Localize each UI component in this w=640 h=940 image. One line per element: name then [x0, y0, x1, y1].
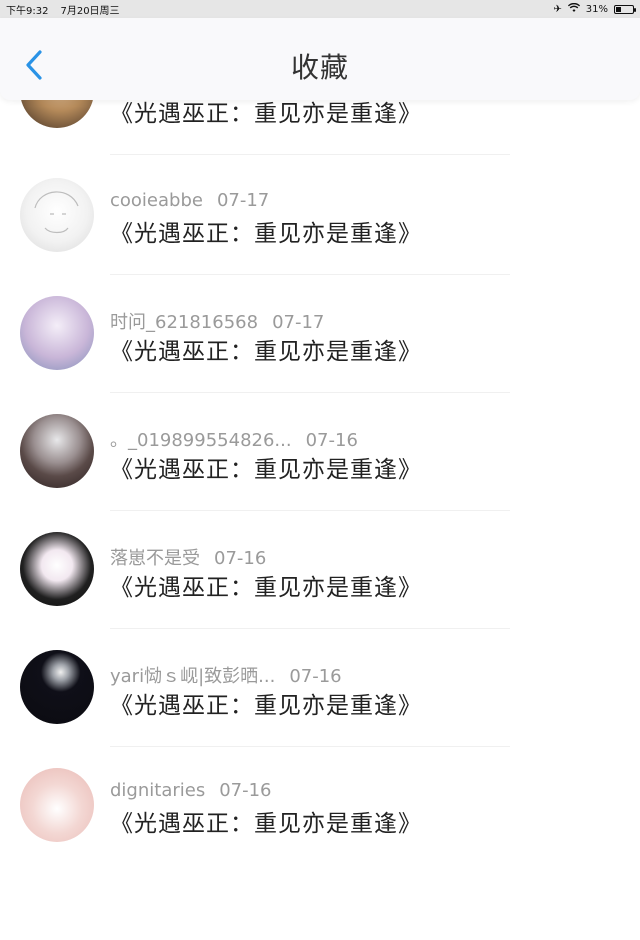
battery-fill [616, 6, 621, 12]
status-time: 下午9:32 [6, 5, 49, 17]
username[interactable]: cooieabbe [110, 190, 203, 211]
list-item[interactable]: yari恸ｓ岘|致彭晒... 07-16 《光遇巫正：重见亦是重逢》 [0, 630, 640, 748]
status-bar: 下午9:32 7月20日周三 ✈ 31% [0, 0, 640, 18]
battery-percent: 31% [585, 3, 608, 15]
item-meta: 时问_621816568 07-17 [110, 308, 324, 334]
item-title: 《光遇巫正：重见亦是重逢》 [110, 811, 422, 837]
item-meta: 落崽不是受 07-16 [110, 544, 266, 570]
list-item[interactable]: 。_019899554826... 07-16 《光遇巫正：重见亦是重逢》 [0, 394, 640, 512]
wifi-icon [567, 2, 580, 16]
username[interactable]: 。_019899554826... [110, 430, 292, 451]
list-item[interactable]: dignitaries 07-16 《光遇巫正：重见亦是重逢》 [0, 748, 640, 866]
item-meta: 。_019899554826... 07-16 [110, 426, 358, 452]
divider [110, 746, 510, 747]
item-title: 《光遇巫正：重见亦是重逢》 [110, 575, 422, 601]
avatar[interactable] [20, 768, 94, 842]
avatar[interactable] [20, 414, 94, 488]
item-meta: yari恸ｓ岘|致彭晒... 07-16 [110, 662, 342, 688]
header: 收藏 [0, 18, 640, 100]
username[interactable]: dignitaries [110, 780, 205, 801]
favorites-list: 《光遇巫正：重见亦是重逢》 cooieabbe 07-17 《光遇巫正：重见亦是重… [0, 40, 640, 940]
divider [110, 510, 510, 511]
avatar[interactable] [20, 178, 94, 252]
divider [110, 628, 510, 629]
item-date: 07-16 [289, 666, 342, 687]
battery-icon [614, 4, 636, 14]
item-date: 07-17 [216, 190, 270, 211]
username[interactable]: 时问_621816568 [110, 312, 258, 333]
avatar[interactable] [20, 650, 94, 724]
username[interactable]: 落崽不是受 [110, 548, 200, 569]
list-item[interactable]: cooieabbe 07-17 《光遇巫正：重见亦是重逢》 [0, 158, 640, 276]
item-title: 《光遇巫正：重见亦是重逢》 [110, 221, 422, 247]
avatar[interactable] [20, 296, 94, 370]
list-item[interactable]: 落崽不是受 07-16 《光遇巫正：重见亦是重逢》 [0, 512, 640, 630]
item-date: 07-16 [305, 430, 358, 451]
divider [110, 392, 510, 393]
item-date: 07-17 [272, 312, 325, 333]
list-item[interactable]: 时问_621816568 07-17 《光遇巫正：重见亦是重逢》 [0, 276, 640, 394]
avatar-image [34, 191, 79, 234]
airplane-icon: ✈ [553, 3, 562, 15]
item-title: 《光遇巫正：重见亦是重逢》 [110, 693, 422, 719]
avatar[interactable] [20, 532, 94, 606]
item-title: 《光遇巫正：重见亦是重逢》 [110, 457, 422, 483]
item-meta: cooieabbe 07-17 [110, 190, 269, 211]
status-date: 7月20日周三 [60, 5, 120, 17]
item-meta: dignitaries 07-16 [110, 780, 272, 801]
page-title: 收藏 [290, 51, 349, 84]
username[interactable]: yari恸ｓ岘|致彭晒... [110, 666, 275, 687]
item-title: 《光遇巫正：重见亦是重逢》 [110, 339, 422, 365]
item-date: 07-16 [219, 780, 272, 801]
divider [110, 154, 510, 155]
divider [110, 274, 510, 275]
item-date: 07-16 [214, 548, 267, 569]
